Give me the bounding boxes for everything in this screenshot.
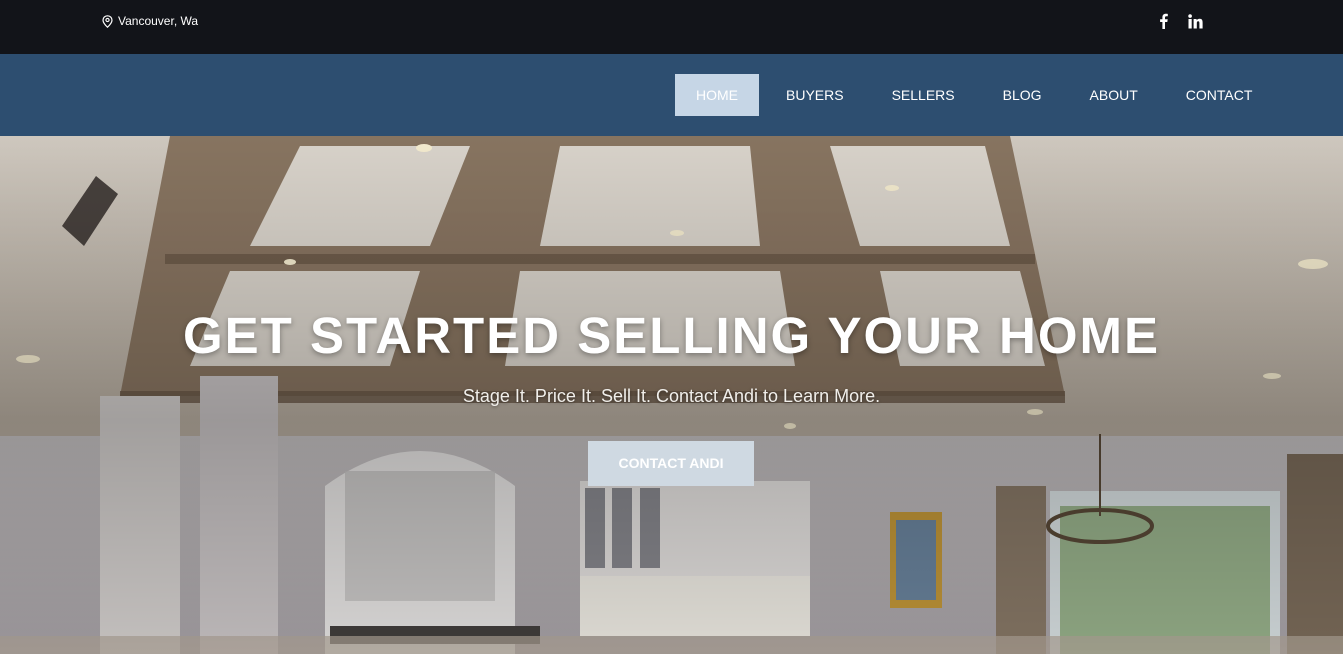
map-pin-icon xyxy=(102,14,113,28)
location-text: Vancouver, Wa xyxy=(118,14,199,28)
location: Vancouver, Wa xyxy=(102,14,198,28)
nav-item-home[interactable]: HOME xyxy=(675,74,759,116)
hero-subtitle: Stage It. Price It. Sell It. Contact And… xyxy=(462,386,881,406)
nav-item-sellers[interactable]: SELLERS xyxy=(871,74,976,116)
linkedin-icon[interactable] xyxy=(1188,13,1203,34)
social-links xyxy=(1139,13,1203,34)
hero-section: GET STARTED SELLING YOUR HOME Stage It. … xyxy=(0,136,1343,654)
main-nav: HOME BUYERS SELLERS BLOG ABOUT CONTACT xyxy=(675,74,1279,116)
nav-item-buyers[interactable]: BUYERS xyxy=(765,74,865,116)
top-bar: Vancouver, Wa xyxy=(0,0,1343,54)
facebook-icon[interactable] xyxy=(1159,13,1168,34)
nav-item-about[interactable]: ABOUT xyxy=(1069,74,1159,116)
nav-item-blog[interactable]: BLOG xyxy=(982,74,1063,116)
hero-title: GET STARTED SELLING YOUR HOME xyxy=(183,307,1160,364)
contact-andi-button[interactable]: CONTACT ANDI xyxy=(588,441,754,486)
main-navbar: HOME BUYERS SELLERS BLOG ABOUT CONTACT xyxy=(0,54,1343,136)
nav-item-contact[interactable]: CONTACT xyxy=(1165,74,1274,116)
